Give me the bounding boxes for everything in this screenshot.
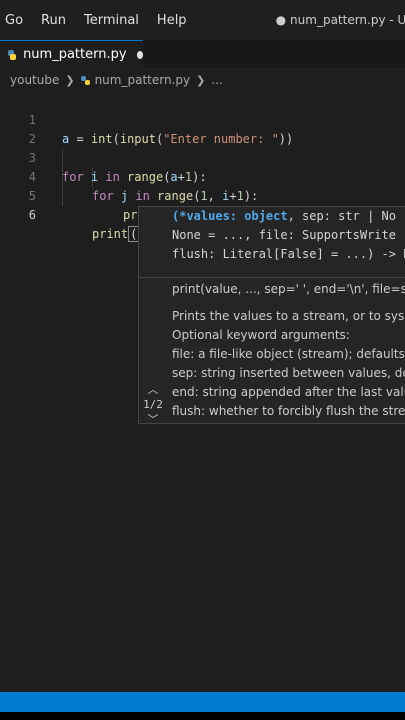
menu-go[interactable]: Go [5, 13, 23, 28]
signature-text: flush: Literal[False] = ...) -> N [172, 247, 405, 261]
python-file-icon [8, 49, 17, 60]
overload-counter: 1/2 [143, 398, 163, 411]
code-line-2: 2 [0, 111, 405, 146]
tab-num-pattern[interactable]: num_pattern.py [0, 40, 143, 68]
doc-line: sep: string inserted between values, de [172, 366, 405, 380]
doc-line: Optional keyword arguments: [172, 328, 350, 342]
chevron-right-icon: ❯ [65, 73, 75, 87]
menu-help[interactable]: Help [157, 13, 187, 28]
bottom-edge [0, 712, 405, 720]
breadcrumb-more[interactable]: ... [211, 73, 222, 87]
unsaved-dot-icon[interactable] [136, 50, 143, 59]
doc-line: flush: whether to forcibly flush the str… [172, 404, 405, 418]
code-line-5: 5 print(j, end=" ") [0, 168, 405, 222]
documentation: print(value, ..., sep=' ', end='\n', fil… [172, 280, 405, 421]
code-line-1: 1 a = int(input("Enter number: ")) [0, 92, 405, 146]
tab-label: num_pattern.py [23, 47, 127, 62]
overload-navigator: ︿ 1/2 ﹀ [140, 383, 166, 423]
signature-text: , sep: str | No [287, 209, 396, 223]
python-file-icon [80, 75, 90, 85]
doc-line: end: string appended after the last valu [172, 385, 405, 399]
menu-run[interactable]: Run [41, 13, 66, 28]
tab-bar: num_pattern.py [0, 40, 405, 68]
chevron-up-icon[interactable]: ︿ [140, 383, 166, 397]
window-title-text: num_pattern.py - Untitled (W [290, 13, 405, 27]
doc-signature: print(value, ..., sep=' ', end='\n', fil… [172, 282, 405, 296]
line-number: 6 [28, 208, 36, 222]
menu-bar: Go Run Terminal Help ● num_pattern.py - U… [0, 0, 405, 40]
signature: (*values: object, sep: str | No None = .… [172, 207, 405, 264]
signature-text: None = ..., file: SupportsWrite [172, 228, 396, 242]
status-bar[interactable] [0, 692, 405, 712]
breadcrumb: youtube ❯ num_pattern.py ❯ ... [0, 68, 405, 92]
breadcrumb-file[interactable]: num_pattern.py [95, 73, 191, 87]
doc-line: Prints the values to a stream, or to sys… [172, 309, 405, 323]
menu-terminal[interactable]: Terminal [84, 13, 139, 28]
unsaved-dot-icon: ● [275, 13, 287, 27]
doc-line: file: a file-like object (stream); defau… [172, 347, 405, 361]
active-parameter: (*values: object [172, 209, 288, 223]
code-line-4: 4 for j in range(1, i+1): [0, 149, 405, 203]
code-line-6: 6 print() [0, 187, 405, 242]
code-line-3: 3 for i in range(a+1): [0, 130, 405, 184]
chevron-right-icon: ❯ [196, 73, 206, 87]
divider [139, 277, 405, 278]
parameter-hint-popup: (*values: object, sep: str | No None = .… [138, 206, 405, 424]
breadcrumb-folder[interactable]: youtube [10, 73, 59, 87]
code-token: print [92, 227, 129, 241]
window-title: ●num_pattern.py - Untitled (W [276, 13, 405, 27]
chevron-down-icon[interactable]: ﹀ [140, 413, 166, 423]
